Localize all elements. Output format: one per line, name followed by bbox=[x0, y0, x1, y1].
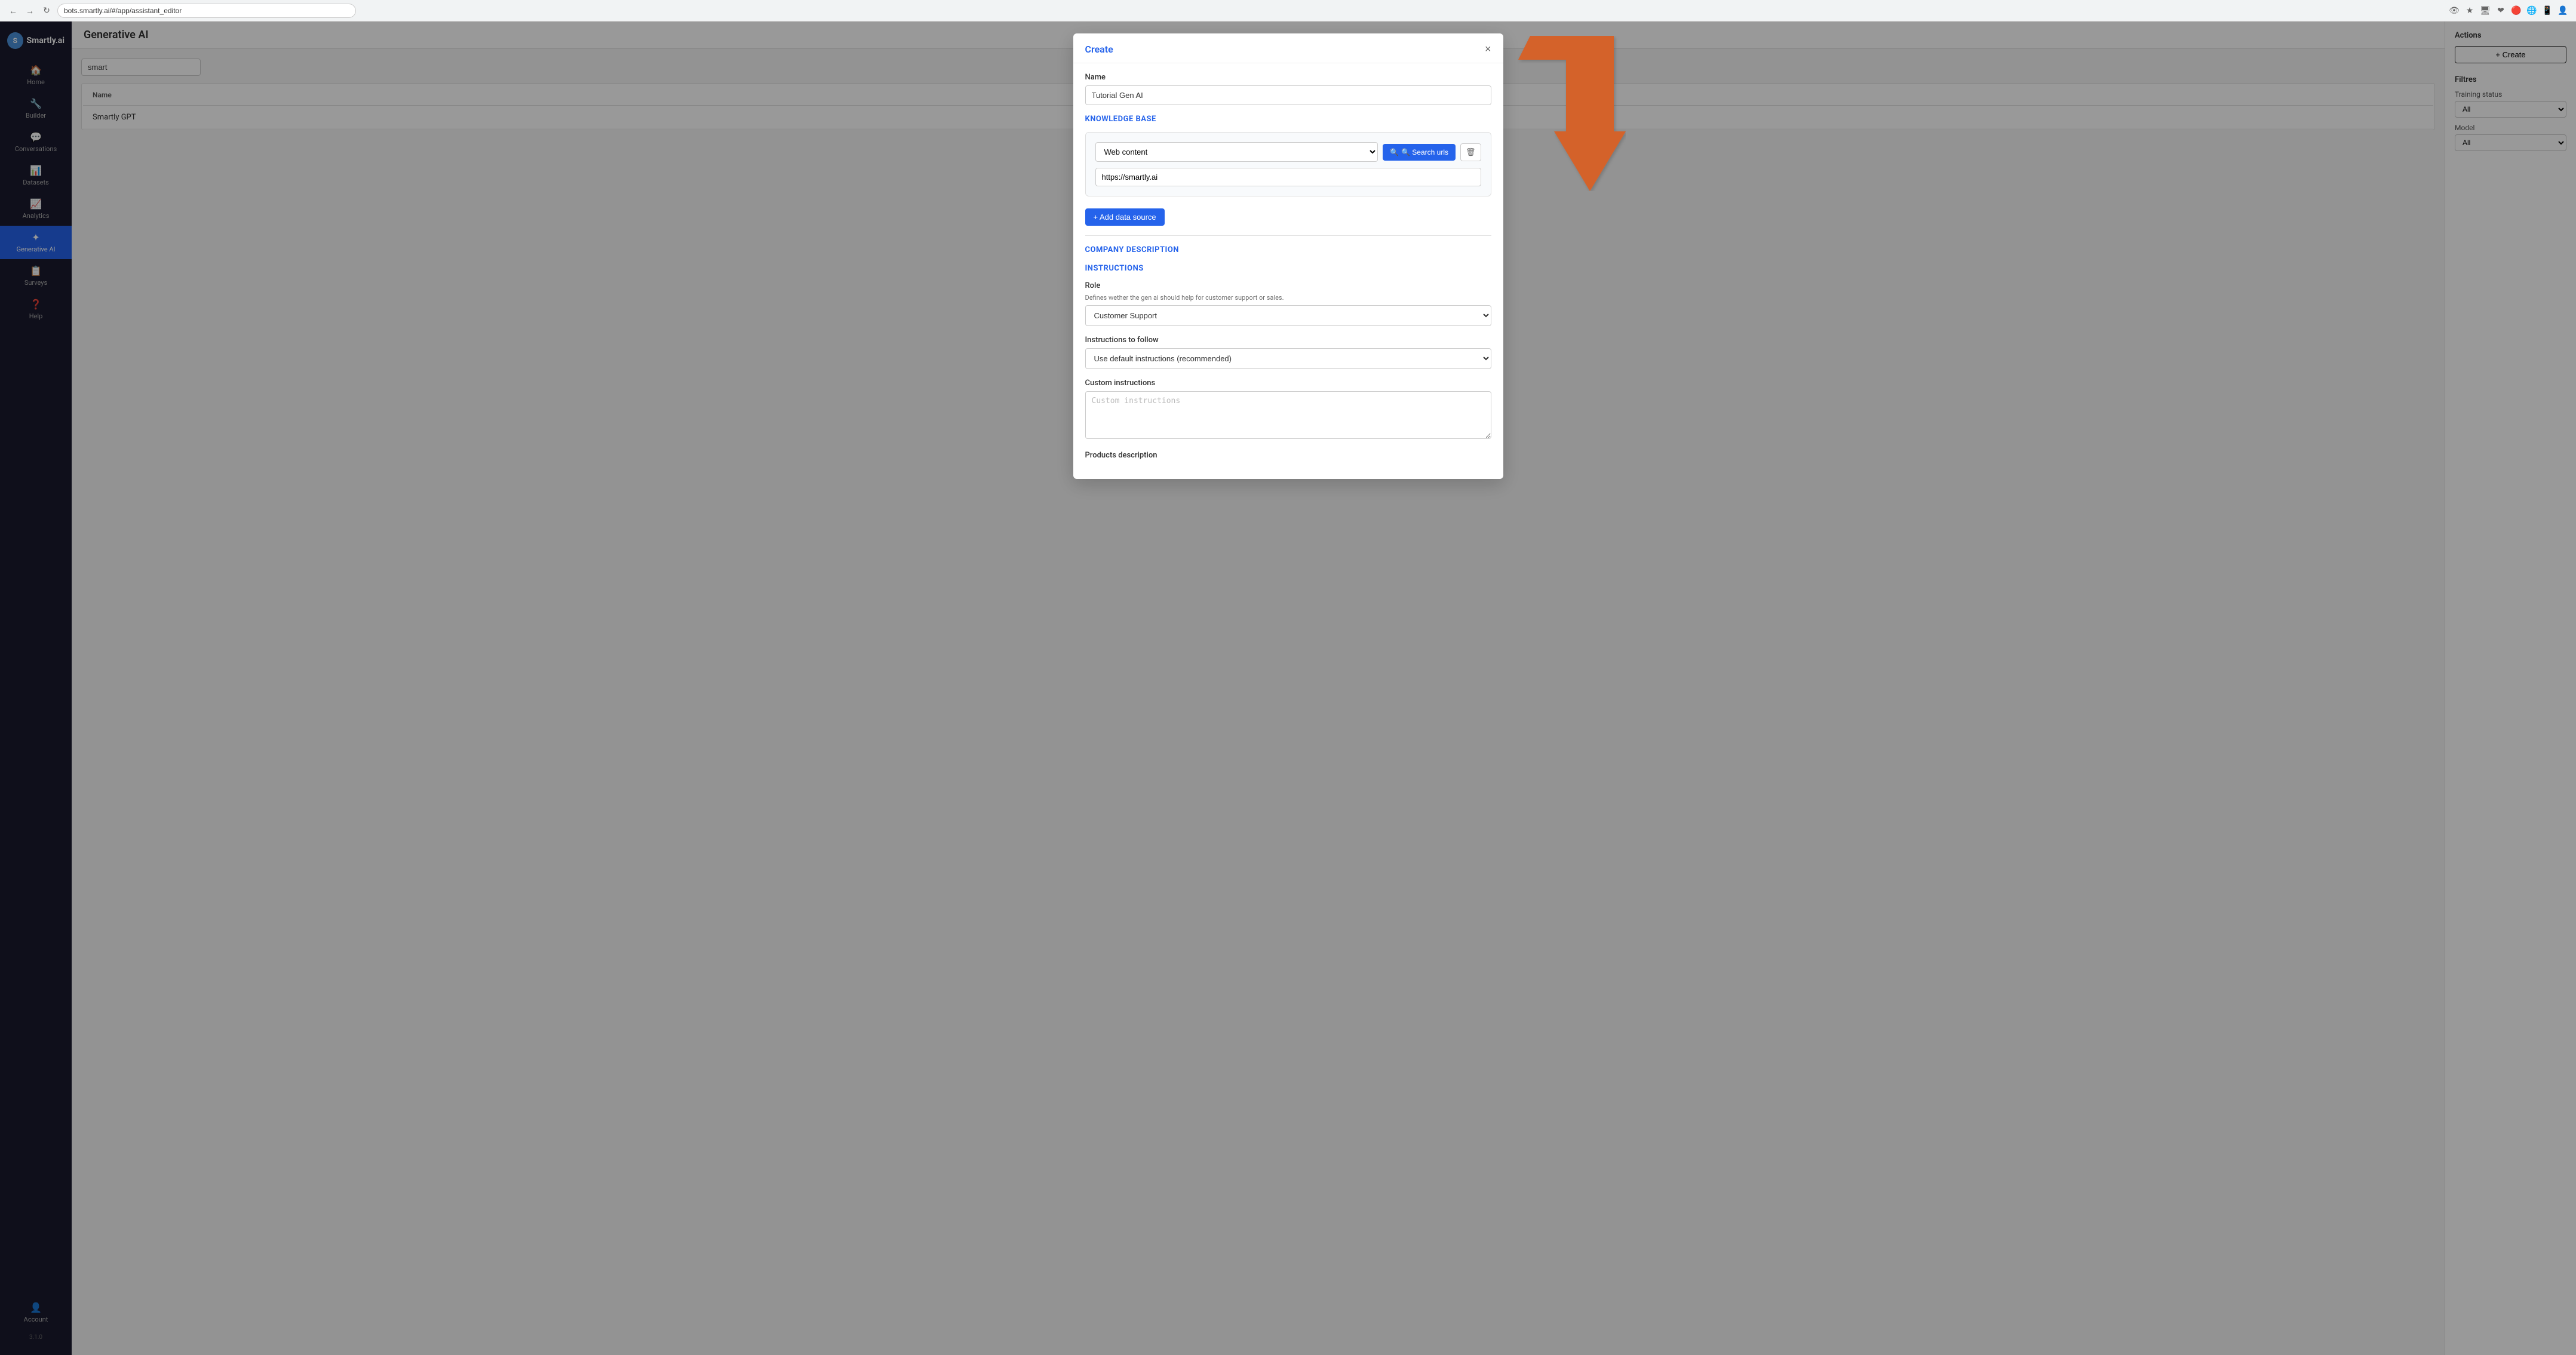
role-label: Role bbox=[1085, 281, 1491, 290]
profile-icon: 👤 bbox=[2557, 5, 2569, 17]
nav-forward-button[interactable]: → bbox=[24, 5, 36, 17]
kb-row: Web content File upload Manual 🔍 🔍 Searc… bbox=[1095, 142, 1481, 162]
modal: Create × Name KNOWLEDGE BASE Web content… bbox=[1073, 33, 1503, 479]
instructions-select[interactable]: Use default instructions (recommended) C… bbox=[1085, 348, 1491, 369]
company-description-section: COMPANY DESCRIPTION bbox=[1085, 245, 1491, 254]
role-field: Role Defines wether the gen ai should he… bbox=[1085, 281, 1491, 326]
instructions-section: INSTRUCTIONS Role Defines wether the gen… bbox=[1085, 264, 1491, 460]
extension-icon-3: ❤ bbox=[2495, 5, 2507, 17]
modal-overlay: Create × Name KNOWLEDGE BASE Web content… bbox=[0, 21, 2576, 1355]
instructions-to-follow-field: Instructions to follow Use default instr… bbox=[1085, 336, 1491, 369]
search-urls-label: 🔍 Search urls bbox=[1401, 148, 1448, 156]
custom-instructions-field: Custom instructions bbox=[1085, 379, 1491, 441]
custom-instructions-label: Custom instructions bbox=[1085, 379, 1491, 388]
extension-icon-2: 🖥 bbox=[2479, 5, 2491, 17]
products-description-label: Products description bbox=[1085, 451, 1491, 460]
knowledge-base-heading: KNOWLEDGE BASE bbox=[1085, 115, 1491, 124]
kb-url-input[interactable] bbox=[1095, 168, 1481, 186]
modal-title: Create bbox=[1085, 44, 1113, 55]
extension-icon-5: 🌐 bbox=[2526, 5, 2538, 17]
delete-kb-button[interactable]: 🗑 bbox=[1460, 143, 1481, 161]
trash-icon: 🗑 bbox=[1466, 148, 1476, 156]
products-description-field: Products description bbox=[1085, 451, 1491, 460]
refresh-button[interactable]: ↻ bbox=[41, 5, 53, 17]
extension-icon-1: 👁 bbox=[2448, 5, 2460, 17]
modal-header: Create × bbox=[1073, 33, 1503, 63]
knowledge-base-section: KNOWLEDGE BASE Web content File upload M… bbox=[1085, 115, 1491, 226]
bookmark-icon: ★ bbox=[2464, 5, 2476, 17]
name-field: Name bbox=[1085, 73, 1491, 105]
extension-icon-4: 🔴 bbox=[2510, 5, 2522, 17]
search-icon: 🔍 bbox=[1390, 148, 1399, 156]
browser-bar: ← → ↻ 👁 ★ 🖥 ❤ 🔴 🌐 📱 👤 bbox=[0, 0, 2576, 21]
nav-back-button[interactable]: ← bbox=[7, 5, 19, 17]
modal-close-button[interactable]: × bbox=[1485, 43, 1491, 56]
url-bar[interactable] bbox=[57, 4, 356, 18]
name-label: Name bbox=[1085, 73, 1491, 82]
browser-icons: 👁 ★ 🖥 ❤ 🔴 🌐 📱 👤 bbox=[2448, 5, 2569, 17]
knowledge-base-content: Web content File upload Manual 🔍 🔍 Searc… bbox=[1085, 132, 1491, 196]
extension-icon-6: 📱 bbox=[2541, 5, 2553, 17]
role-description: Defines wether the gen ai should help fo… bbox=[1085, 294, 1491, 302]
search-urls-button[interactable]: 🔍 🔍 Search urls bbox=[1383, 144, 1456, 161]
name-input[interactable] bbox=[1085, 85, 1491, 105]
add-data-source-button[interactable]: + Add data source bbox=[1085, 208, 1165, 226]
role-select[interactable]: Customer Support Sales bbox=[1085, 305, 1491, 326]
modal-body: Name KNOWLEDGE BASE Web content File upl… bbox=[1073, 63, 1503, 479]
kb-type-select[interactable]: Web content File upload Manual bbox=[1095, 142, 1378, 162]
custom-instructions-textarea[interactable] bbox=[1085, 391, 1491, 439]
instructions-to-follow-label: Instructions to follow bbox=[1085, 336, 1491, 345]
arrow-annotation bbox=[1494, 36, 1626, 191]
company-description-heading: COMPANY DESCRIPTION bbox=[1085, 245, 1491, 254]
instructions-heading: INSTRUCTIONS bbox=[1085, 264, 1491, 273]
